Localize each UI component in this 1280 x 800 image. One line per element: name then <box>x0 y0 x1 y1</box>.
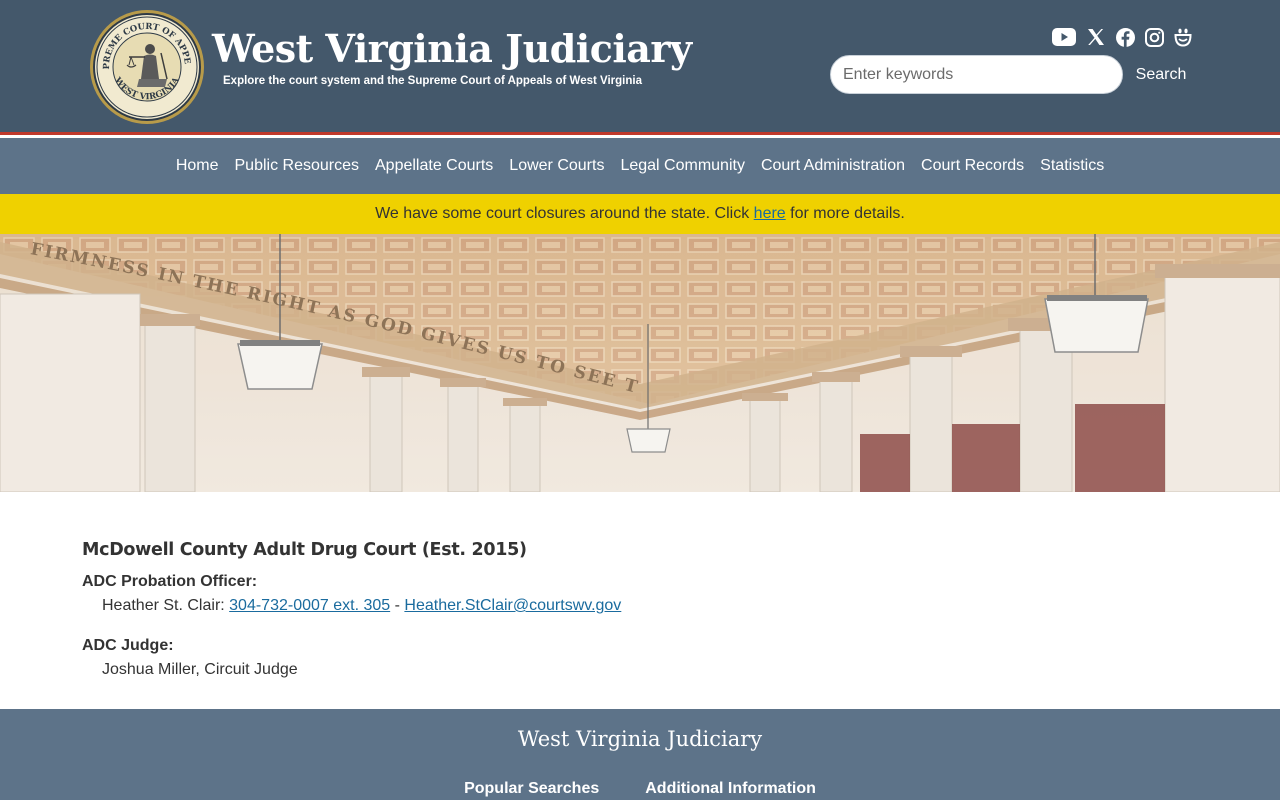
page-heading: McDowell County Adult Drug Court (Est. 2… <box>82 540 527 560</box>
footer-title: West Virginia Judiciary <box>517 727 763 751</box>
alert-here-link[interactable]: here <box>754 205 786 223</box>
probation-officer-line: Heather St. Clair: 304-732-0007 ext. 305… <box>102 597 1182 615</box>
nav-item-lower-courts[interactable]: Lower Courts <box>501 157 612 175</box>
site-title[interactable]: West Virginia Judiciary <box>212 26 692 71</box>
main-content: McDowell County Adult Drug Court (Est. 2… <box>82 540 1182 679</box>
alert-banner: We have some court closures around the s… <box>0 194 1280 234</box>
supreme-court-seal-logo[interactable]: SUPREME COURT OF APPEALS WEST VIRGINIA <box>89 9 205 125</box>
x-icon[interactable] <box>1086 26 1106 48</box>
judge-label: ADC Judge: <box>82 637 174 654</box>
courtroom-hero-image: FIRMNESS IN THE RIGHT AS GOD GIVES US TO… <box>0 234 1280 492</box>
search-input[interactable] <box>830 55 1123 94</box>
nav-item-home[interactable]: Home <box>168 157 227 175</box>
nav-item-court-administration[interactable]: Court Administration <box>753 157 913 175</box>
footer-link-popular-searches[interactable]: Popular Searches <box>464 780 599 798</box>
probation-separator: - <box>390 597 405 614</box>
site-tagline: Explore the court system and the Supreme… <box>223 75 642 87</box>
youtube-icon[interactable] <box>1051 26 1077 48</box>
probation-officer-name: Heather St. Clair: <box>102 597 230 614</box>
main-navigation: Home Public Resources Appellate Courts L… <box>0 138 1280 194</box>
nav-item-appellate-courts[interactable]: Appellate Courts <box>367 157 501 175</box>
judge-name: Joshua Miller, Circuit Judge <box>102 661 298 678</box>
footer-links: Popular Searches Additional Information <box>0 780 1280 798</box>
probation-email-link[interactable]: Heather.StClair@courtswv.gov <box>404 597 621 614</box>
alert-text-after: for more details. <box>790 205 905 222</box>
nav-item-court-records[interactable]: Court Records <box>913 157 1032 175</box>
search-button[interactable]: Search <box>1130 58 1192 91</box>
instagram-icon[interactable] <box>1144 26 1164 48</box>
nav-item-legal-community[interactable]: Legal Community <box>612 157 753 175</box>
probation-phone-link[interactable]: 304-732-0007 ext. 305 <box>229 597 390 614</box>
nav-item-public-resources[interactable]: Public Resources <box>227 157 368 175</box>
alert-text-before: We have some court closures around the s… <box>375 205 750 222</box>
footer-link-additional-information[interactable]: Additional Information <box>645 780 816 798</box>
nav-item-statistics[interactable]: Statistics <box>1032 157 1112 175</box>
facebook-icon[interactable] <box>1115 26 1135 48</box>
probation-officer-label: ADC Probation Officer: <box>82 573 258 590</box>
smugmug-icon[interactable] <box>1172 26 1194 48</box>
